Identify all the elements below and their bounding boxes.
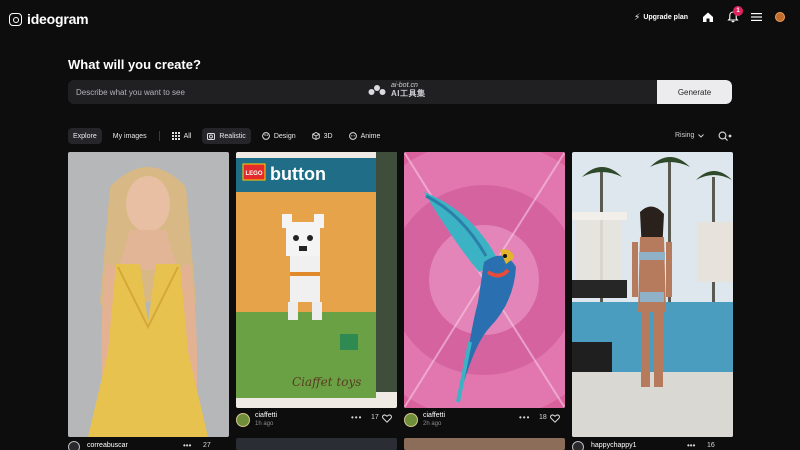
avatar[interactable] xyxy=(236,413,250,427)
tab-my-images[interactable]: My images xyxy=(108,128,152,144)
filter-bar: Explore My images All Realistic Design 3… xyxy=(68,128,385,144)
username[interactable]: happychappy1 xyxy=(591,442,637,449)
heart-icon[interactable] xyxy=(382,414,392,423)
avatar[interactable] xyxy=(572,441,584,450)
gallery-image[interactable] xyxy=(572,152,733,437)
card-meta: correabuscar ••• 27 xyxy=(68,441,229,450)
logo-text: ideogram xyxy=(27,11,89,27)
cube-icon xyxy=(311,132,320,140)
gallery-image[interactable] xyxy=(68,152,229,437)
tab-label: My images xyxy=(112,132,147,140)
gallery-image[interactable]: LEGO button 5+ Ciaffet toys xyxy=(236,152,397,408)
ideogram-logo-icon xyxy=(9,12,22,26)
category-realistic[interactable]: Realistic xyxy=(202,128,251,144)
anime-icon xyxy=(348,132,357,140)
gallery-card-2[interactable]: LEGO button 5+ Ciaffet toys ciaffetti 1h… xyxy=(236,152,397,427)
username[interactable]: ciaffetti xyxy=(255,412,277,419)
category-3d[interactable]: 3D xyxy=(307,128,338,144)
card-meta: ciaffetti 1h ago ••• 17 xyxy=(236,411,397,433)
lego-title: button xyxy=(270,164,326,184)
category-anime[interactable]: Anime xyxy=(344,128,386,144)
bolt-icon: ⚡ xyxy=(634,12,641,22)
chevron-down-icon xyxy=(698,133,705,138)
parrot-pixel-art-image xyxy=(404,152,565,408)
sort-label: Rising xyxy=(675,132,695,139)
lego-brand: LEGO xyxy=(245,171,262,177)
divider xyxy=(158,131,160,141)
logo[interactable]: ideogram xyxy=(9,11,89,27)
category-design[interactable]: Design xyxy=(257,128,301,144)
upgrade-plan-button[interactable]: ⚡ Upgrade plan xyxy=(634,12,688,23)
heart-icon[interactable] xyxy=(550,414,560,423)
user-avatar[interactable] xyxy=(775,12,785,22)
tab-explore[interactable]: Explore xyxy=(68,128,102,144)
like-count: 27 xyxy=(203,442,211,449)
gallery-card-3[interactable]: ciaffetti 2h ago ••• 18 xyxy=(404,152,565,427)
timestamp: 1h ago xyxy=(255,421,274,427)
more-options-icon[interactable]: ••• xyxy=(687,441,695,450)
category-label: Design xyxy=(273,132,296,140)
gallery-image[interactable] xyxy=(404,438,565,450)
like-count: 17 xyxy=(371,414,379,421)
gallery-card-1[interactable] xyxy=(68,152,229,437)
menu-icon[interactable] xyxy=(751,12,762,22)
woman-yellow-dress-image xyxy=(68,152,229,437)
woman-pool-resort-image xyxy=(572,152,733,437)
timestamp: 2h ago xyxy=(423,421,442,427)
avatar[interactable] xyxy=(404,413,418,427)
username[interactable]: correabuscar xyxy=(87,442,128,449)
notification-badge: 1 xyxy=(733,6,743,16)
gallery-card-4[interactable] xyxy=(572,152,733,437)
category-label: Anime xyxy=(360,132,381,140)
grid-icon xyxy=(171,132,180,140)
more-options-icon[interactable]: ••• xyxy=(351,413,362,422)
more-options-icon[interactable]: ••• xyxy=(519,413,530,422)
lego-button-set-image: LEGO button 5+ Ciaffet toys xyxy=(236,152,397,408)
sort-dropdown[interactable]: Rising xyxy=(675,132,705,139)
category-all[interactable]: All xyxy=(167,128,197,144)
category-label: All xyxy=(183,132,192,140)
card-meta: ciaffetti 2h ago ••• 18 xyxy=(404,411,565,433)
more-options-icon[interactable]: ••• xyxy=(183,441,191,450)
palette-icon xyxy=(261,132,270,140)
home-icon[interactable] xyxy=(702,11,714,23)
tab-label: Explore xyxy=(73,132,97,140)
lego-script: Ciaffet toys xyxy=(292,375,361,389)
gallery-image[interactable] xyxy=(236,438,397,450)
upgrade-label: Upgrade plan xyxy=(643,14,689,21)
card-meta: happychappy1 ••• 16 xyxy=(572,441,733,450)
prompt-bar: Generate xyxy=(68,80,732,104)
search-icon[interactable] xyxy=(718,131,732,141)
top-bar: ideogram ⚡ Upgrade plan 1 xyxy=(0,0,800,36)
generate-button[interactable]: Generate xyxy=(657,80,732,104)
gallery-image[interactable] xyxy=(404,152,565,408)
category-label: Realistic xyxy=(219,132,246,140)
like-count: 16 xyxy=(707,442,715,449)
username[interactable]: ciaffetti xyxy=(423,412,445,419)
like-count: 18 xyxy=(539,414,547,421)
camera-icon xyxy=(207,133,216,140)
avatar[interactable] xyxy=(68,441,80,450)
prompt-input[interactable] xyxy=(68,80,658,104)
category-label: 3D xyxy=(323,132,333,140)
page-title: What will you create? xyxy=(68,57,201,72)
